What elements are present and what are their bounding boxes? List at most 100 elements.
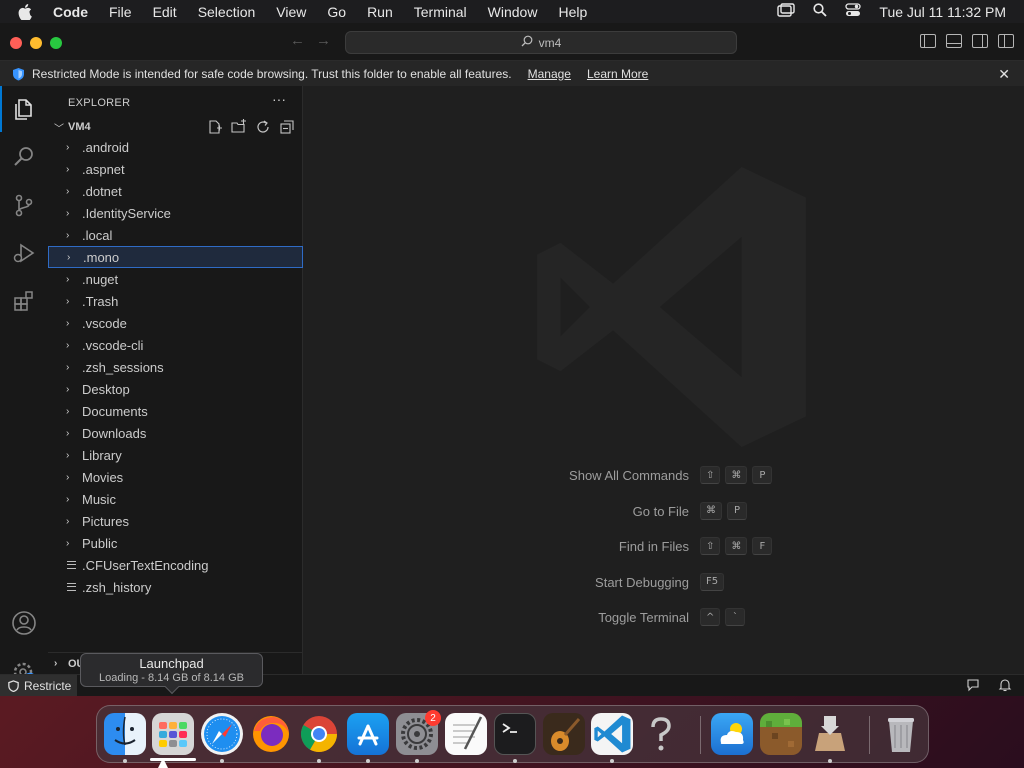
restricted-mode-status[interactable]: Restricte [0, 675, 78, 696]
menu-go[interactable]: Go [327, 4, 346, 20]
tree-item-zsh-history[interactable]: .zsh_history [48, 576, 303, 598]
tree-item-aspnet[interactable]: › .aspnet [48, 158, 303, 180]
keyboard-key: ` [725, 608, 746, 626]
tree-item-public[interactable]: › Public [48, 532, 303, 554]
tree-item-desktop[interactable]: › Desktop [48, 378, 303, 400]
window-minimize-button[interactable] [30, 37, 42, 49]
tree-item-dotnet[interactable]: › .dotnet [48, 180, 303, 202]
firefox-icon[interactable] [250, 713, 292, 755]
installer-icon[interactable] [809, 713, 851, 755]
tree-item-label: Pictures [82, 513, 129, 529]
search-view-icon[interactable] [11, 144, 37, 170]
menu-clock[interactable]: Tue Jul 11 11:32 PM [879, 4, 1006, 20]
tree-item-cfusertextencoding[interactable]: .CFUserTextEncoding [48, 554, 303, 576]
help-icon[interactable] [640, 713, 682, 755]
new-file-icon[interactable] [207, 119, 223, 135]
shortcut-entry: Go to File ⌘ P [304, 501, 1024, 522]
workspace-folder-header[interactable]: ﹀ VM4 [48, 116, 303, 138]
garageband-icon[interactable] [543, 713, 585, 755]
manage-link[interactable]: Manage [528, 67, 571, 81]
tree-item-identityservice[interactable]: › .IdentityService [48, 202, 303, 224]
banner-close-icon[interactable]: ✕ [998, 66, 1010, 83]
menu-selection[interactable]: Selection [198, 4, 256, 20]
back-arrow-icon[interactable]: ← [290, 32, 305, 49]
menu-file[interactable]: File [109, 4, 132, 20]
new-folder-icon[interactable] [231, 119, 247, 135]
editor-empty-area: Show All Commands ⇧ ⌘ P Go to File ⌘ P Find in … [304, 86, 1024, 674]
restricted-mode-banner: Restricted Mode is intended for safe cod… [0, 61, 1024, 86]
learn-more-link[interactable]: Learn More [587, 67, 648, 81]
toggle-primary-sidebar-icon[interactable] [920, 34, 936, 48]
forward-arrow-icon[interactable]: → [316, 32, 331, 49]
shortcut-keys: ⇧ ⌘ P [700, 466, 773, 484]
system-settings-icon[interactable]: 2 [396, 710, 441, 755]
feedback-icon[interactable] [966, 678, 980, 692]
running-indicator [123, 759, 127, 763]
tree-item-trash[interactable]: › .Trash [48, 290, 303, 312]
window-maximize-button[interactable] [50, 37, 62, 49]
menu-terminal[interactable]: Terminal [414, 4, 467, 20]
chevron-right-icon: › [66, 229, 70, 241]
menu-window[interactable]: Window [488, 4, 538, 20]
trash-icon[interactable] [880, 713, 922, 755]
tree-item-downloads[interactable]: › Downloads [48, 422, 303, 444]
notifications-bell-icon[interactable] [998, 678, 1012, 692]
tree-item-vscode[interactable]: › .vscode [48, 312, 303, 334]
tree-item-library[interactable]: › Library [48, 444, 303, 466]
tree-item-movies[interactable]: › Movies [48, 466, 303, 488]
tree-item-label: .dotnet [82, 183, 122, 199]
app-store-icon[interactable] [347, 713, 389, 755]
mouse-cursor [158, 758, 168, 768]
active-indicator [0, 86, 2, 132]
finder-icon[interactable] [104, 713, 146, 755]
more-actions-icon[interactable]: ··· [272, 91, 286, 107]
safari-icon[interactable] [201, 713, 243, 755]
tree-item-android[interactable]: › .android [48, 136, 303, 158]
weather-icon[interactable] [711, 713, 753, 755]
extensions-icon[interactable] [11, 288, 37, 314]
window-close-button[interactable] [10, 37, 22, 49]
terminal-icon[interactable] [494, 713, 536, 755]
minecraft-icon[interactable] [760, 713, 802, 755]
textedit-icon[interactable] [445, 713, 487, 755]
tree-item-mono[interactable]: › .mono [48, 246, 303, 268]
tree-item-nuget[interactable]: › .nuget [48, 268, 303, 290]
run-debug-icon[interactable] [11, 240, 37, 266]
apple-menu-icon[interactable] [18, 3, 38, 20]
accounts-icon[interactable] [11, 610, 37, 636]
source-control-icon[interactable] [11, 192, 37, 218]
vscode-icon[interactable] [591, 713, 633, 755]
collapse-all-icon[interactable] [279, 119, 295, 135]
refresh-icon[interactable] [255, 119, 271, 135]
toggle-secondary-sidebar-icon[interactable] [972, 34, 988, 48]
tree-item-zsh-sessions[interactable]: › .zsh_sessions [48, 356, 303, 378]
menu-view[interactable]: View [276, 4, 306, 20]
toggle-panel-icon[interactable] [946, 34, 962, 48]
launchpad-icon[interactable] [152, 713, 194, 755]
tree-item-pictures[interactable]: › Pictures [48, 510, 303, 532]
tree-item-vscode-cli[interactable]: › .vscode-cli [48, 334, 303, 356]
customize-layout-icon[interactable] [998, 34, 1014, 48]
menu-app-name[interactable]: Code [53, 4, 88, 20]
chevron-right-icon: › [66, 515, 70, 527]
command-center-search[interactable]: vm4 [345, 31, 737, 54]
control-center-icon[interactable] [845, 3, 862, 20]
workspace-folder-name: VM4 [68, 121, 91, 133]
spotlight-search-icon[interactable] [813, 3, 828, 20]
explorer-icon[interactable] [11, 96, 37, 122]
dock-tooltip: Launchpad Loading - 8.14 GB of 8.14 GB [80, 653, 263, 695]
tree-item-documents[interactable]: › Documents [48, 400, 303, 422]
keyboard-key: ⇧ [700, 537, 721, 555]
screen-mirroring-icon[interactable] [777, 3, 796, 20]
dock-separator [869, 716, 870, 754]
chrome-icon[interactable] [298, 713, 340, 755]
menu-help[interactable]: Help [558, 4, 587, 20]
menu-run[interactable]: Run [367, 4, 393, 20]
running-indicator [828, 759, 832, 763]
tree-item-local[interactable]: › .local [48, 224, 303, 246]
dock-separator [700, 716, 701, 754]
keyboard-key: ⌘ [725, 537, 748, 555]
menu-edit[interactable]: Edit [153, 4, 177, 20]
chevron-right-icon: › [54, 658, 58, 669]
tree-item-music[interactable]: › Music [48, 488, 303, 510]
